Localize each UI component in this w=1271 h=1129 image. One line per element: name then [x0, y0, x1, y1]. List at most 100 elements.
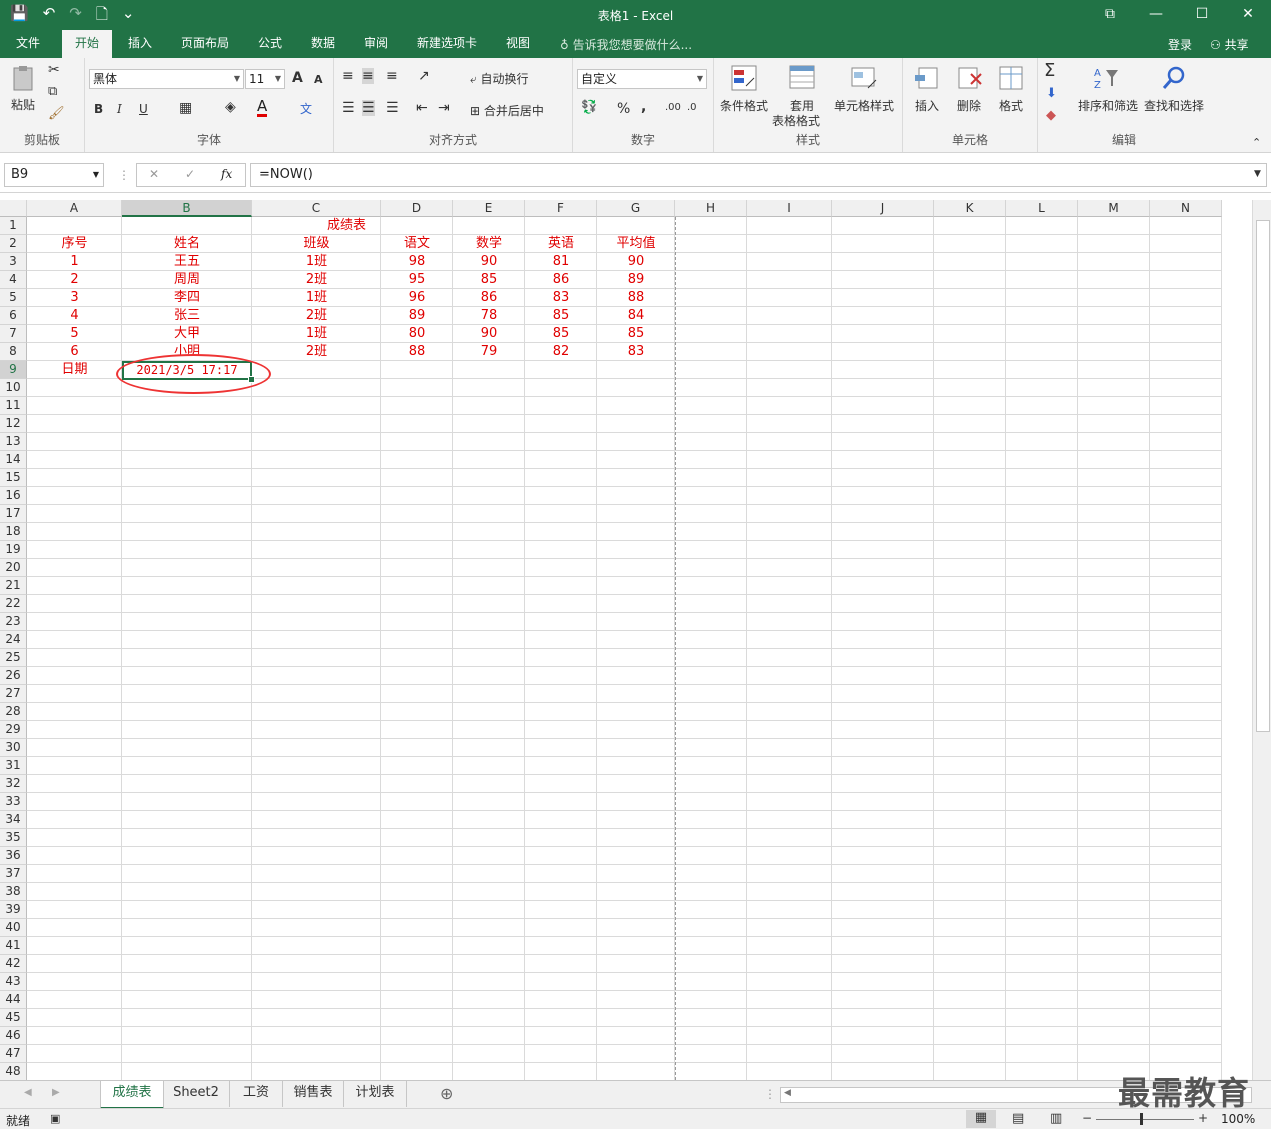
date-label-cell[interactable]: 日期	[27, 361, 122, 379]
data-cell[interactable]: 86	[453, 289, 525, 307]
row-header[interactable]: 46	[0, 1027, 27, 1045]
column-header[interactable]: G	[597, 200, 675, 217]
data-cell[interactable]: 张三	[122, 307, 252, 325]
row-header[interactable]: 8	[0, 343, 27, 361]
data-cell[interactable]: 王五	[122, 253, 252, 271]
row-header[interactable]: 13	[0, 433, 27, 451]
row-header[interactable]: 11	[0, 397, 27, 415]
data-cell[interactable]: 2	[27, 271, 122, 289]
row-header[interactable]: 45	[0, 1009, 27, 1027]
expand-formula-bar-icon[interactable]: ▼	[1254, 169, 1261, 179]
row-header[interactable]: 26	[0, 667, 27, 685]
row-header[interactable]: 38	[0, 883, 27, 901]
delete-cells-button[interactable]: 删除	[957, 97, 981, 114]
align-bottom-icon[interactable]: ≡	[386, 68, 398, 84]
italic-button[interactable]: I	[117, 102, 122, 116]
tab-data[interactable]: 数据	[303, 30, 343, 58]
row-header[interactable]: 16	[0, 487, 27, 505]
data-cell[interactable]: 85	[597, 325, 675, 343]
header-cell[interactable]: 班级	[252, 235, 381, 253]
data-cell[interactable]: 80	[381, 325, 453, 343]
decrease-decimal-icon[interactable]: .0	[687, 102, 697, 113]
underline-button[interactable]: U	[139, 102, 148, 116]
copy-icon[interactable]: ⧉	[48, 84, 57, 99]
minimize-button[interactable]: —	[1133, 0, 1179, 30]
data-cell[interactable]: 96	[381, 289, 453, 307]
add-sheet-icon[interactable]: ⊕	[440, 1084, 453, 1103]
fill-icon[interactable]: ⬇	[1046, 86, 1057, 101]
row-header[interactable]: 19	[0, 541, 27, 559]
vertical-scroll-thumb[interactable]	[1256, 220, 1270, 732]
shrink-font-button[interactable]: A	[314, 73, 323, 86]
insert-cells-button[interactable]: 插入	[915, 97, 939, 114]
data-cell[interactable]: 90	[597, 253, 675, 271]
zoom-level[interactable]: 100%	[1221, 1112, 1255, 1126]
tab-home[interactable]: 开始	[62, 30, 112, 58]
row-header[interactable]: 14	[0, 451, 27, 469]
sort-filter-button[interactable]: 排序和筛选	[1078, 97, 1138, 114]
row-header[interactable]: 32	[0, 775, 27, 793]
data-cell[interactable]: 95	[381, 271, 453, 289]
column-header[interactable]: B	[122, 200, 252, 217]
decrease-indent-icon[interactable]: ⇤	[416, 100, 428, 116]
find-select-icon[interactable]	[1160, 64, 1188, 92]
row-header[interactable]: 10	[0, 379, 27, 397]
column-header[interactable]: L	[1006, 200, 1078, 217]
data-cell[interactable]: 1	[27, 253, 122, 271]
tab-page-layout[interactable]: 页面布局	[174, 30, 236, 58]
row-header[interactable]: 2	[0, 235, 27, 253]
data-cell[interactable]: 82	[525, 343, 597, 361]
tab-formulas[interactable]: 公式	[250, 30, 290, 58]
column-header[interactable]: F	[525, 200, 597, 217]
scroll-left-icon[interactable]: ◀	[784, 1088, 791, 1098]
merge-center-button[interactable]: ⊞ 合并后居中	[470, 102, 544, 119]
row-header[interactable]: 17	[0, 505, 27, 523]
data-cell[interactable]: 1班	[252, 253, 381, 271]
data-cell[interactable]: 88	[597, 289, 675, 307]
name-box[interactable]: B9 ▼	[4, 163, 104, 187]
data-cell[interactable]: 3	[27, 289, 122, 307]
select-all-corner[interactable]	[0, 200, 27, 217]
data-cell[interactable]: 86	[525, 271, 597, 289]
align-left-icon[interactable]: ☰	[342, 100, 355, 116]
row-header[interactable]: 31	[0, 757, 27, 775]
bold-button[interactable]: B	[94, 102, 103, 116]
row-header[interactable]: 20	[0, 559, 27, 577]
data-cell[interactable]: 83	[597, 343, 675, 361]
percent-button[interactable]: %	[617, 101, 630, 117]
data-cell[interactable]: 6	[27, 343, 122, 361]
paste-icon[interactable]	[10, 64, 38, 92]
row-header[interactable]: 29	[0, 721, 27, 739]
increase-decimal-icon[interactable]: .00	[665, 102, 681, 113]
data-cell[interactable]: 89	[381, 307, 453, 325]
row-header[interactable]: 28	[0, 703, 27, 721]
enter-icon[interactable]: ✓	[185, 167, 195, 181]
data-cell[interactable]: 2班	[252, 271, 381, 289]
ribbon-display-options-button[interactable]: ⧉	[1087, 0, 1133, 30]
fill-color-icon[interactable]: ◈	[225, 99, 236, 115]
data-cell[interactable]: 85	[525, 307, 597, 325]
data-cell[interactable]: 李四	[122, 289, 252, 307]
data-cell[interactable]: 81	[525, 253, 597, 271]
header-cell[interactable]: 姓名	[122, 235, 252, 253]
worksheet-grid[interactable]: A B C D E F G H I J K L M N 1 2 3 4 5 6 7 8 9 10 11 12 13 14 15 16 17 1…	[0, 200, 1271, 1080]
row-header[interactable]: 40	[0, 919, 27, 937]
column-header[interactable]: E	[453, 200, 525, 217]
row-header[interactable]: 30	[0, 739, 27, 757]
accounting-format-icon[interactable]: 💱	[581, 100, 597, 115]
sheet-tab-sales[interactable]: 销售表	[283, 1081, 344, 1107]
maximize-button[interactable]: ☐	[1179, 0, 1225, 30]
data-cell[interactable]: 90	[453, 253, 525, 271]
row-header[interactable]: 44	[0, 991, 27, 1009]
row-header[interactable]: 5	[0, 289, 27, 307]
align-middle-icon[interactable]: ≡	[362, 68, 374, 84]
column-header[interactable]: J	[832, 200, 934, 217]
row-header[interactable]: 41	[0, 937, 27, 955]
wrap-text-button[interactable]: ⤶ 自动换行	[470, 70, 529, 87]
header-cell[interactable]: 序号	[27, 235, 122, 253]
row-header[interactable]: 27	[0, 685, 27, 703]
column-header[interactable]: I	[747, 200, 832, 217]
data-cell[interactable]: 85	[453, 271, 525, 289]
tab-review[interactable]: 审阅	[356, 30, 396, 58]
collapse-ribbon-icon[interactable]: ⌃	[1252, 136, 1261, 149]
